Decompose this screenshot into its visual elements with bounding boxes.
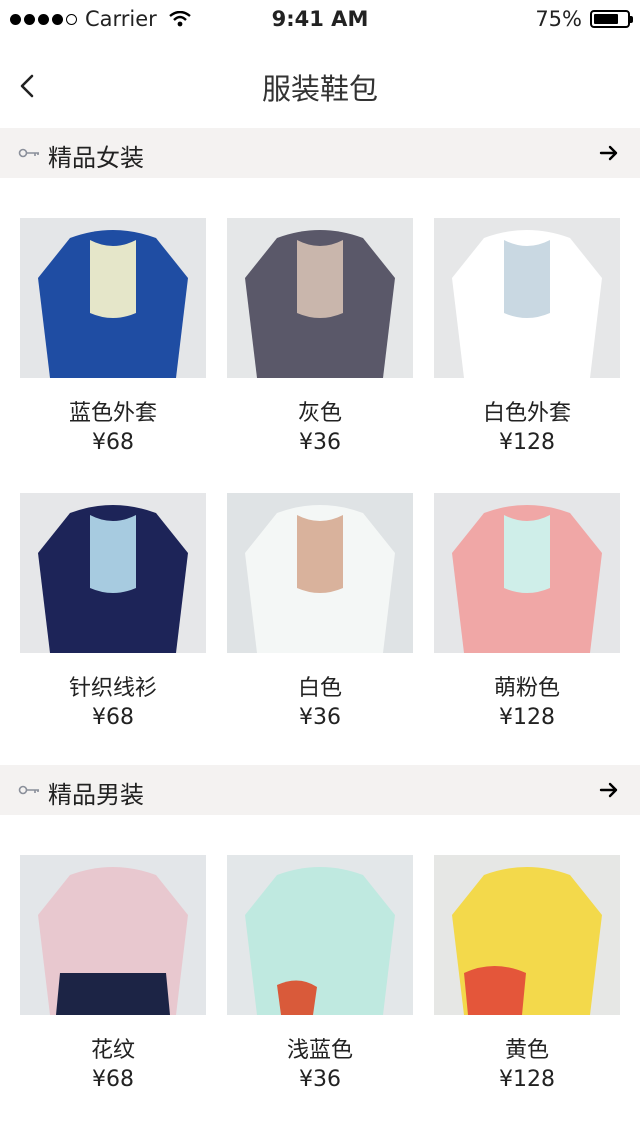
battery-status: 75% xyxy=(535,7,633,31)
product-image xyxy=(434,855,620,1015)
product-image xyxy=(20,218,206,378)
product-name: 浅蓝色 xyxy=(286,1038,353,1063)
product-price: ¥36 xyxy=(299,705,341,730)
product-card[interactable]: 蓝色外套 ¥68 xyxy=(20,218,206,455)
product-image xyxy=(227,493,413,653)
page-title: 服装鞋包 xyxy=(261,72,378,106)
product-name: 白色 xyxy=(297,676,342,701)
arrow-right-icon[interactable] xyxy=(598,142,620,164)
product-card[interactable]: 白色外套 ¥128 xyxy=(434,218,620,455)
product-price: ¥68 xyxy=(92,430,134,455)
product-price: ¥68 xyxy=(92,1067,134,1092)
section-title: 精品男装 xyxy=(48,781,144,809)
product-image xyxy=(434,218,620,378)
navigation-bar: 服装鞋包 xyxy=(0,40,640,128)
product-price: ¥128 xyxy=(499,430,555,455)
product-name: 白色外套 xyxy=(482,401,571,426)
product-price: ¥36 xyxy=(299,1067,341,1092)
product-card[interactable]: 黄色 ¥128 xyxy=(434,855,620,1092)
product-name: 萌粉色 xyxy=(493,676,560,701)
section-header-women: 精品女装 xyxy=(0,128,640,178)
battery-percent: 75% xyxy=(535,7,582,31)
product-name: 灰色 xyxy=(297,401,342,426)
product-name: 黄色 xyxy=(504,1038,549,1063)
product-image xyxy=(434,493,620,653)
product-image xyxy=(20,493,206,653)
battery-icon xyxy=(590,10,633,28)
product-image xyxy=(20,855,206,1015)
product-price: ¥36 xyxy=(299,430,341,455)
product-card[interactable]: 针织线衫 ¥68 xyxy=(20,493,206,730)
arrow-right-icon[interactable] xyxy=(598,779,620,801)
product-name: 花纹 xyxy=(90,1038,135,1063)
product-image xyxy=(227,218,413,378)
product-card[interactable]: 萌粉色 ¥128 xyxy=(434,493,620,730)
product-image xyxy=(227,855,413,1015)
product-name: 蓝色外套 xyxy=(68,401,157,426)
product-price: ¥68 xyxy=(92,705,134,730)
status-bar: Carrier 9:41 AM 75% xyxy=(0,0,640,40)
product-card[interactable]: 浅蓝色 ¥36 xyxy=(227,855,413,1092)
section-header-men: 精品男装 xyxy=(0,765,640,815)
product-card[interactable]: 白色 ¥36 xyxy=(227,493,413,730)
product-card[interactable]: 灰色 ¥36 xyxy=(227,218,413,455)
product-card[interactable]: 花纹 ¥68 xyxy=(20,855,206,1092)
product-price: ¥128 xyxy=(499,1067,555,1092)
product-name: 针织线衫 xyxy=(68,676,157,701)
key-icon xyxy=(18,148,39,158)
section-title: 精品女装 xyxy=(48,144,144,172)
key-icon xyxy=(18,785,39,795)
product-price: ¥128 xyxy=(499,705,555,730)
